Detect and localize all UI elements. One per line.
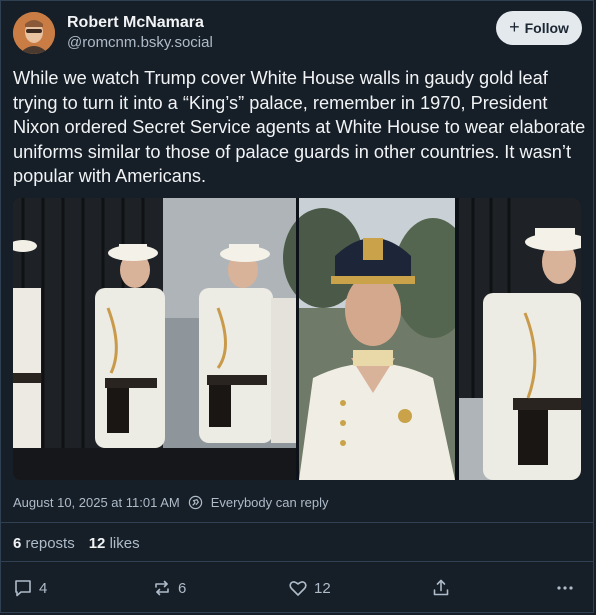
reply-button[interactable]: 4 bbox=[13, 578, 47, 598]
likes-stat[interactable]: 12 likes bbox=[89, 535, 140, 552]
follow-button[interactable]: + Follow bbox=[496, 11, 582, 45]
reply-setting: Everybody can reply bbox=[210, 495, 329, 510]
author-name[interactable]: Robert McNamara bbox=[67, 14, 204, 32]
post-stats: 6 reposts 12 likes bbox=[13, 535, 140, 552]
action-bar: 4 6 12 bbox=[1, 571, 595, 605]
reply-icon bbox=[15, 580, 31, 597]
reposts-stat[interactable]: 6 reposts bbox=[13, 535, 75, 552]
like-icon bbox=[289, 581, 307, 596]
like-count: 12 bbox=[314, 579, 331, 597]
reply-count: 4 bbox=[39, 579, 48, 597]
share-icon bbox=[433, 579, 449, 596]
timestamp-row: August 10, 2025 at 11:01 AM Everybody ca… bbox=[13, 495, 329, 510]
like-button[interactable]: 12 bbox=[288, 578, 331, 598]
post-card: Robert McNamara @romcnm.bsky.social + Fo… bbox=[0, 0, 594, 613]
author-avatar[interactable] bbox=[13, 12, 55, 54]
author-handle[interactable]: @romcnm.bsky.social bbox=[67, 34, 213, 51]
repost-button[interactable]: 6 bbox=[152, 578, 186, 598]
divider bbox=[1, 522, 593, 523]
globe-icon bbox=[188, 495, 203, 510]
post-image[interactable] bbox=[13, 198, 581, 480]
timestamp[interactable]: August 10, 2025 at 11:01 AM bbox=[13, 495, 180, 510]
more-button[interactable] bbox=[555, 578, 575, 598]
follow-label: Follow bbox=[524, 20, 569, 36]
divider bbox=[1, 561, 593, 562]
repost-icon bbox=[155, 580, 169, 596]
repost-count: 6 bbox=[178, 579, 187, 597]
share-button[interactable] bbox=[431, 578, 451, 598]
post-text: While we watch Trump cover White House w… bbox=[13, 68, 586, 186]
plus-icon: + bbox=[509, 17, 520, 37]
more-icon bbox=[557, 586, 573, 590]
